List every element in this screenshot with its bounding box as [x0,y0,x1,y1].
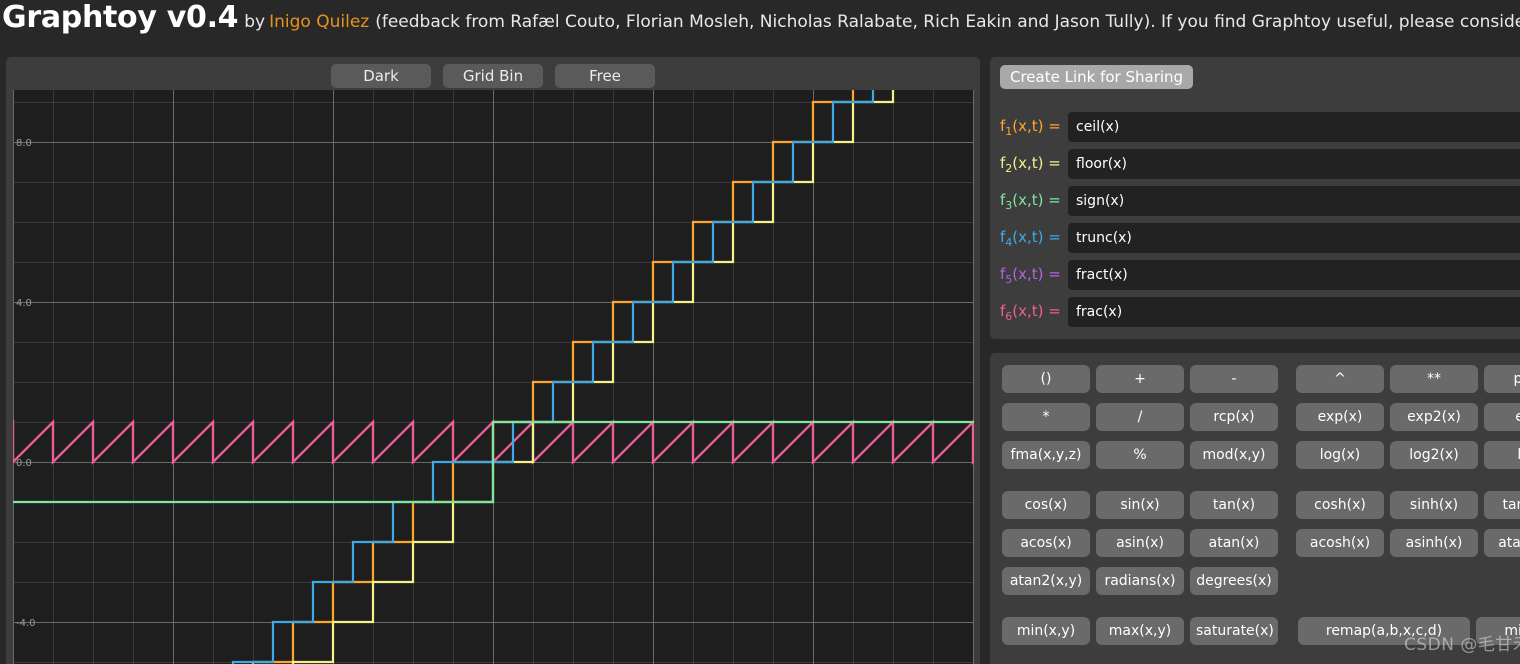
func-button-exp-x[interactable]: exp(x) [1296,403,1384,431]
func-button-degrees-x[interactable]: degrees(x) [1190,567,1278,595]
func-button-[interactable]: ** [1390,365,1478,393]
func-button-atan2-x-y[interactable]: atan2(x,y) [1002,567,1090,595]
formula-label-f2: f2(x,t) = [1000,153,1061,175]
formula-row-3: f3(x,t) = [990,186,1520,216]
formula-label-f4: f4(x,t) = [1000,227,1061,249]
func-button-saturate-x[interactable]: saturate(x) [1190,617,1278,645]
formula-input-f5[interactable] [1068,260,1520,290]
func-row-right-4: acosh(x)asinh(x)atanh(x) [1296,529,1520,557]
formula-input-f2[interactable] [1068,149,1520,179]
formula-row-5: f5(x,t) = [990,260,1520,290]
formula-row-4: f4(x,t) = [990,223,1520,253]
func-row-right-1: exp(x)exp2(x)exp [1296,403,1520,431]
func-button-radians-x[interactable]: radians(x) [1096,567,1184,595]
function-palette: () + - * / rcp(x) fma(x,y,z)% mod(x,y) cos(x) sin… [990,353,1520,664]
byline-label: by [244,12,266,32]
formula-label-f3: f3(x,t) = [1000,190,1061,212]
func-button-[interactable]: () [1002,365,1090,393]
func-button-sinh-x[interactable]: sinh(x) [1390,491,1478,519]
func-row-left-0: () + - [1002,365,1278,393]
graph-toolbar: Dark Grid Bin Free [6,64,980,90]
func-button-min-x-y[interactable]: min(x,y) [1002,617,1090,645]
graph-plot[interactable] [13,90,974,664]
func-button-rcp-x[interactable]: rcp(x) [1190,403,1278,431]
func-button-log[interactable]: log [1484,441,1520,469]
func-button-log2-x[interactable]: log2(x) [1390,441,1478,469]
func-button-cos-x[interactable]: cos(x) [1002,491,1090,519]
author-link[interactable]: Inigo Quilez [269,12,369,32]
func-button-[interactable]: * [1002,403,1090,431]
formula-panel: Create Link for Sharing f1(x,t) = f2(x,t)… [990,57,1520,339]
credits-text: (feedback from Rafæl Couto, Florian Mosl… [375,12,1520,32]
formula-label-f5: f5(x,t) = [1000,264,1061,286]
func-button-acos-x[interactable]: acos(x) [1002,529,1090,557]
func-button-exp[interactable]: exp [1484,403,1520,431]
func-button-sin-x[interactable]: sin(x) [1096,491,1184,519]
func-button-tanh-x[interactable]: tanh(x) [1484,491,1520,519]
func-row-right-2: log(x)log2(x)log [1296,441,1520,469]
func-row-right-5: remap(a,b,x,c,d)mix( [1298,617,1520,645]
formula-row-1: f1(x,t) = [990,112,1520,142]
func-button-[interactable]: + [1096,365,1184,393]
func-button-cosh-x[interactable]: cosh(x) [1296,491,1384,519]
func-button-fma-x-y-z[interactable]: fma(x,y,z) [1002,441,1090,469]
func-button-pow[interactable]: pow [1484,365,1520,393]
page-header: Graphtoy v0.4 by Inigo Quilez (feedback … [0,0,1520,52]
func-button-log-x[interactable]: log(x) [1296,441,1384,469]
formula-label-f1: f1(x,t) = [1000,116,1061,138]
func-row-left-3: cos(x) sin(x) tan(x) [1002,491,1278,519]
func-button-[interactable]: ^ [1296,365,1384,393]
page-title: Graphtoy v0.4 [2,0,239,35]
func-button-[interactable]: / [1096,403,1184,431]
func-row-right-3: cosh(x)sinh(x)tanh(x) [1296,491,1520,519]
formula-row-2: f2(x,t) = [990,149,1520,179]
func-button-mod-x-y[interactable]: mod(x,y) [1190,441,1278,469]
formula-input-f3[interactable] [1068,186,1520,216]
graph-panel: Dark Grid Bin Free 8.0 4.0 0.0 -4.0 [6,57,980,664]
mode-toggle-button[interactable]: Free [555,64,655,88]
func-row-left-6: min(x,y) max(x,y) saturate(x) [1002,617,1278,645]
formula-row-6: f6(x,t) = [990,297,1520,327]
func-row-left-2: fma(x,y,z)% mod(x,y) [1002,441,1278,469]
grid-toggle-button[interactable]: Grid Bin [443,64,543,88]
func-button-[interactable]: % [1096,441,1184,469]
formula-input-f6[interactable] [1068,297,1520,327]
func-button-exp2-x[interactable]: exp2(x) [1390,403,1478,431]
func-button-atanh-x[interactable]: atanh(x) [1484,529,1520,557]
func-button-max-x-y[interactable]: max(x,y) [1096,617,1184,645]
func-row-left-1: * / rcp(x) [1002,403,1278,431]
func-button-[interactable]: - [1190,365,1278,393]
theme-toggle-button[interactable]: Dark [331,64,431,88]
formula-input-f4[interactable] [1068,223,1520,253]
func-button-asinh-x[interactable]: asinh(x) [1390,529,1478,557]
func-button-mix[interactable]: mix( [1476,617,1520,645]
func-row-left-4: acos(x) asin(x) atan(x) [1002,529,1278,557]
formula-label-f6: f6(x,t) = [1000,301,1061,323]
func-button-tan-x[interactable]: tan(x) [1190,491,1278,519]
func-button-asin-x[interactable]: asin(x) [1096,529,1184,557]
formula-input-f1[interactable] [1068,112,1520,142]
func-button-acosh-x[interactable]: acosh(x) [1296,529,1384,557]
graph-canvas[interactable]: 8.0 4.0 0.0 -4.0 [13,90,974,664]
func-row-right-0: ^**pow [1296,365,1520,393]
func-button-remap-a-b-x-c-d[interactable]: remap(a,b,x,c,d) [1298,617,1470,645]
func-row-left-5: atan2(x,y) radians(x) degrees(x) [1002,567,1278,595]
func-button-atan-x[interactable]: atan(x) [1190,529,1278,557]
create-share-link-button[interactable]: Create Link for Sharing [1000,65,1194,89]
